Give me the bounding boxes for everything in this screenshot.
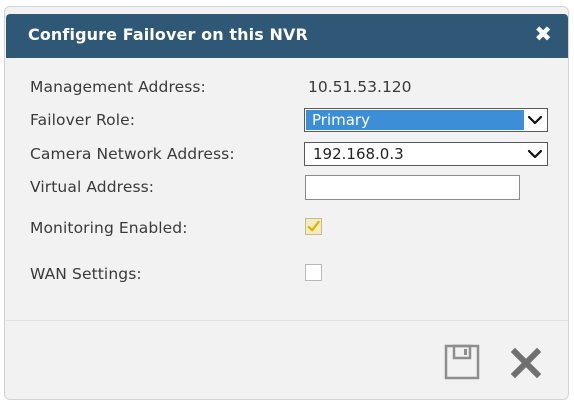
failover-dialog (4, 6, 569, 400)
footer-divider (6, 320, 568, 321)
monitoring-enabled-checkbox[interactable] (305, 218, 322, 235)
wan-settings-label: WAN Settings: (30, 265, 142, 283)
save-icon (444, 344, 480, 380)
camera-network-address-select[interactable]: 192.168.0.3 (304, 142, 548, 166)
camera-network-address-label: Camera Network Address: (30, 145, 235, 163)
dialog-title: Configure Failover on this NVR (28, 25, 308, 44)
management-address-label: Management Address: (30, 78, 206, 96)
failover-role-label: Failover Role: (30, 111, 136, 129)
cancel-icon (510, 347, 542, 379)
virtual-address-input[interactable] (305, 175, 520, 200)
wan-settings-checkbox[interactable] (305, 264, 322, 281)
close-icon[interactable]: ✖ (534, 23, 552, 45)
monitoring-enabled-label: Monitoring Enabled: (30, 219, 188, 237)
virtual-address-label: Virtual Address: (30, 178, 155, 196)
cancel-button[interactable] (510, 347, 542, 379)
chevron-down-icon (527, 149, 543, 159)
failover-role-selected-value: Primary (306, 110, 524, 130)
dialog-titlebar: Configure Failover on this NVR ✖ (6, 14, 568, 58)
save-button[interactable] (444, 344, 480, 380)
failover-role-select[interactable]: Primary (304, 108, 548, 132)
management-address-value: 10.51.53.120 (308, 78, 412, 96)
checkmark-icon (307, 220, 320, 232)
camera-network-address-selected-value: 192.168.0.3 (313, 145, 404, 163)
chevron-down-icon (527, 115, 543, 125)
